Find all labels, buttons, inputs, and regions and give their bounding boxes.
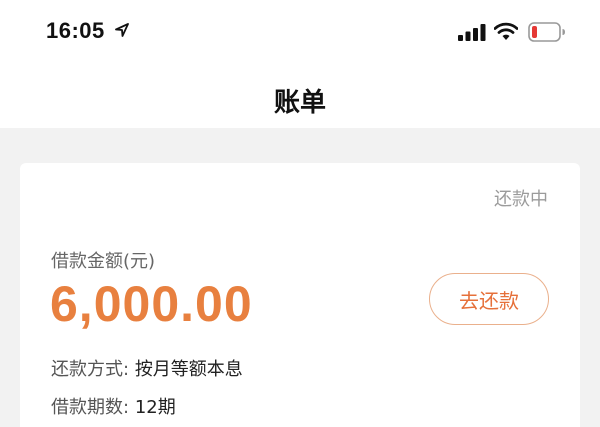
loan-term-value: 12期	[134, 397, 176, 418]
loan-term-label: 借款期数:	[51, 397, 130, 418]
repayment-method-label: 还款方式:	[51, 359, 130, 380]
battery-low-icon	[528, 22, 565, 42]
repayment-method-row: 还款方式: 按月等额本息	[51, 355, 243, 381]
nav-bar: 账单	[0, 64, 600, 128]
loan-term-row: 借款期数: 12期	[51, 393, 176, 419]
repayment-status-badge: 还款中	[494, 189, 548, 210]
bill-page: 16:05 账单 还款中 借款金额(元) 6,000.00 去还款 还款方式: …	[0, 0, 600, 427]
cellular-signal-icon	[458, 24, 486, 41]
status-time: 16:05	[46, 18, 105, 43]
repay-button[interactable]: 去还款	[429, 273, 549, 325]
loan-amount-label: 借款金额(元)	[51, 251, 156, 272]
loan-amount-value: 6,000.00	[50, 276, 253, 332]
page-title: 账单	[273, 88, 326, 118]
wifi-icon	[494, 22, 518, 40]
bill-card: 还款中 借款金额(元) 6,000.00 去还款 还款方式: 按月等额本息 借款…	[20, 163, 580, 427]
status-bar: 16:05	[0, 0, 600, 64]
location-arrow-icon	[115, 23, 129, 37]
repayment-method-value: 按月等额本息	[134, 359, 243, 380]
